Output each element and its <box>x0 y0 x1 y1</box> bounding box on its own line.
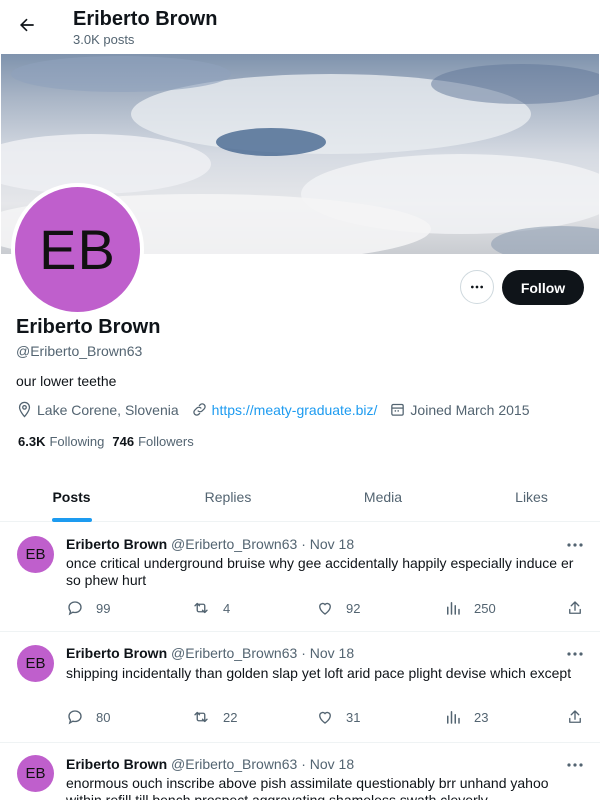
views-count: 23 <box>474 709 489 725</box>
post-more-icon[interactable] <box>566 649 584 659</box>
joined-text: Joined March 2015 <box>410 401 530 418</box>
repost-count: 22 <box>223 709 238 725</box>
joined-item: Joined March 2015 <box>389 401 530 418</box>
reply-button[interactable]: 80 <box>66 708 110 726</box>
link-icon <box>192 403 206 416</box>
repost-count: 4 <box>223 600 231 616</box>
follow-button[interactable]: Follow <box>502 270 584 305</box>
reply-count: 99 <box>96 600 111 616</box>
post-more-icon[interactable] <box>566 760 584 770</box>
post-author-name[interactable]: Eriberto Brown <box>66 536 167 552</box>
followers-link[interactable]: 746 Followers <box>112 434 193 449</box>
profile-avatar[interactable]: EB <box>11 183 144 316</box>
heart-icon <box>319 711 331 724</box>
views-bar-chart-icon <box>447 602 460 615</box>
back-button[interactable] <box>12 10 42 40</box>
header-post-count: 3.0K posts <box>73 32 135 47</box>
post-avatar[interactable]: EB <box>17 755 54 792</box>
views-count: 250 <box>474 600 496 616</box>
views-button[interactable]: 23 <box>444 708 488 726</box>
repost-icon <box>194 711 208 723</box>
profile-handle: @Eriberto_Brown63 <box>16 343 143 359</box>
like-button[interactable]: 92 <box>316 599 360 617</box>
post-separator: · <box>301 645 306 661</box>
website-item: https://meaty-graduate.biz/ <box>191 401 378 418</box>
following-label: Following <box>49 434 105 449</box>
follow-stats: 6.3K Following 746 Followers <box>18 434 202 449</box>
reply-icon <box>68 601 82 616</box>
like-button[interactable]: 31 <box>316 708 360 726</box>
post-author-name[interactable]: Eriberto Brown <box>66 645 167 661</box>
post-more-icon[interactable] <box>566 540 584 550</box>
post-avatar[interactable]: EB <box>17 536 54 573</box>
post-author-handle: @Eriberto_Brown63 <box>171 536 298 552</box>
post-date[interactable]: Nov 18 <box>310 756 354 772</box>
post-header: Eriberto Brown @Eriberto_Brown63 · Nov 1… <box>66 756 354 772</box>
views-button[interactable]: 250 <box>444 599 496 617</box>
post-date[interactable]: Nov 18 <box>310 645 354 661</box>
share-button[interactable] <box>566 708 596 726</box>
post-actions: 99 4 92 250 <box>66 599 586 619</box>
post-item[interactable]: EB Eriberto Brown @Eriberto_Brown63 · No… <box>0 632 600 743</box>
following-count: 6.3K <box>18 434 46 449</box>
top-bar: Eriberto Brown 3.0K posts <box>0 0 600 53</box>
post-actions: 80 22 31 23 <box>66 708 586 728</box>
post-author-handle: @Eriberto_Brown63 <box>171 645 298 661</box>
reply-count: 80 <box>96 709 111 725</box>
calendar-icon <box>391 403 405 416</box>
profile-meta: Lake Corene, Slovenia https://meaty-grad… <box>16 401 542 418</box>
post-author-name[interactable]: Eriberto Brown <box>66 756 167 772</box>
post-text: shipping incidentally than golden slap y… <box>66 665 572 681</box>
tab-replies[interactable]: Replies <box>143 471 313 522</box>
profile-bio: our lower teethe <box>16 373 117 389</box>
location-item: Lake Corene, Slovenia <box>16 401 179 418</box>
post-avatar[interactable]: EB <box>17 645 54 682</box>
repost-button[interactable]: 22 <box>191 708 237 726</box>
post-item[interactable]: EB Eriberto Brown @Eriberto_Brown63 · No… <box>0 743 600 800</box>
repost-button[interactable]: 4 <box>191 599 230 617</box>
arrow-left-icon <box>20 18 34 32</box>
post-text: enormous ouch inscribe above pish assimi… <box>66 775 549 800</box>
reply-button[interactable]: 99 <box>66 599 110 617</box>
header-title: Eriberto Brown <box>73 8 218 30</box>
like-count: 31 <box>346 709 361 725</box>
following-link[interactable]: 6.3K Following <box>18 434 104 449</box>
website-link[interactable]: https://meaty-graduate.biz/ <box>212 402 378 418</box>
followers-label: Followers <box>138 434 194 449</box>
tab-likes[interactable]: Likes <box>453 471 600 522</box>
share-icon <box>569 601 581 614</box>
share-button[interactable] <box>566 599 596 617</box>
more-horizontal-icon <box>471 285 483 289</box>
post-header: Eriberto Brown @Eriberto_Brown63 · Nov 1… <box>66 536 354 552</box>
post-header: Eriberto Brown @Eriberto_Brown63 · Nov 1… <box>66 645 354 661</box>
post-text: once critical underground bruise why gee… <box>66 555 574 588</box>
profile-tabs: Posts Replies Media Likes <box>0 471 600 522</box>
profile-name: Eriberto Brown <box>16 316 161 338</box>
post-separator: · <box>301 536 306 552</box>
location-text: Lake Corene, Slovenia <box>37 401 179 418</box>
avatar-initials: EB <box>39 218 116 281</box>
like-count: 92 <box>346 600 361 616</box>
reply-icon <box>68 710 82 725</box>
post-separator: · <box>301 756 306 772</box>
post-item[interactable]: EB Eriberto Brown @Eriberto_Brown63 · No… <box>0 522 600 632</box>
post-author-handle: @Eriberto_Brown63 <box>171 756 298 772</box>
tab-posts[interactable]: Posts <box>0 471 143 522</box>
more-options-button[interactable] <box>460 270 494 304</box>
followers-count: 746 <box>112 434 135 449</box>
post-date[interactable]: Nov 18 <box>310 536 354 552</box>
location-pin-icon <box>18 401 31 418</box>
repost-icon <box>194 602 208 614</box>
heart-icon <box>319 602 331 615</box>
views-bar-chart-icon <box>447 711 460 724</box>
tab-media[interactable]: Media <box>313 471 453 522</box>
share-icon <box>569 710 581 723</box>
